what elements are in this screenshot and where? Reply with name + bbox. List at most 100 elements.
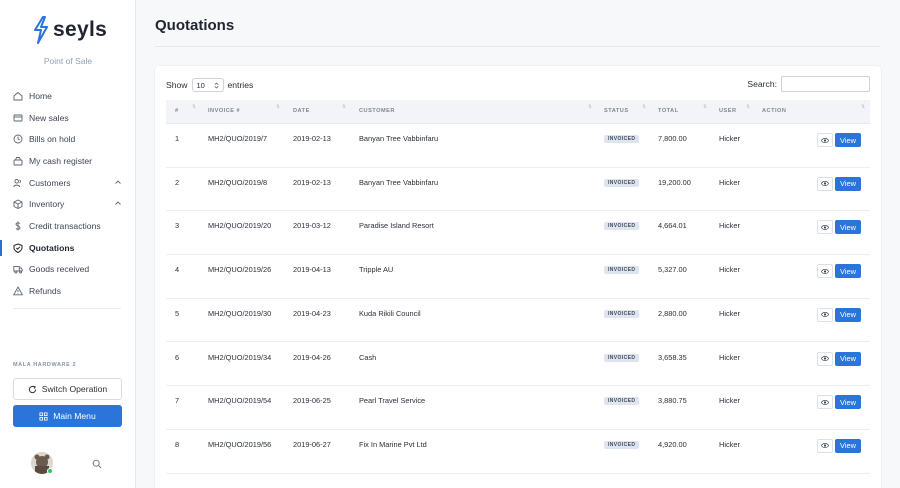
- eye-icon: [821, 399, 829, 405]
- column-header-customer[interactable]: CUSTOMER: [359, 108, 395, 114]
- eye-icon: [821, 181, 829, 187]
- cell-date: 2019-03-12: [293, 221, 331, 231]
- column-header-date[interactable]: DATE: [293, 108, 310, 114]
- view-button[interactable]: View: [835, 176, 861, 191]
- preview-button[interactable]: [817, 176, 833, 191]
- switch-operation-button[interactable]: Switch Operation: [13, 378, 122, 400]
- table-row: 5 MH2/QUO/2019/30 2019-04-23 Kuda Rikili Co…: [166, 299, 870, 343]
- sidebar-item-my-cash-register[interactable]: My cash register: [0, 150, 136, 172]
- sort-icon[interactable]: ⇅: [342, 104, 346, 110]
- preview-button[interactable]: [817, 264, 833, 279]
- sidebar-item-label: Customers: [29, 177, 71, 188]
- eye-icon: [821, 137, 829, 143]
- column-header-invoice[interactable]: INVOICE #: [208, 108, 240, 114]
- sidebar-item-bills-on-hold[interactable]: Bills on hold: [0, 128, 136, 150]
- sidebar-item-label: Refunds: [29, 286, 62, 297]
- sidebar-item-customers[interactable]: Customers: [0, 172, 136, 194]
- table-row: 4 MH2/QUO/2019/26 2019-04-13 Tripple AU INVO…: [166, 255, 870, 299]
- cell-customer: Fix In Marine Pvt Ltd: [359, 439, 427, 449]
- brand-subtitle: Point of Sale: [43, 56, 93, 66]
- clock-icon: [13, 134, 23, 144]
- sort-icon[interactable]: ⇅: [703, 104, 707, 110]
- chevron-up-icon[interactable]: [114, 178, 122, 186]
- sort-icon[interactable]: ⇅: [588, 104, 592, 110]
- column-header-action[interactable]: ACTION: [762, 108, 786, 114]
- status-badge: INVOICED: [604, 309, 640, 318]
- cell-invoice: MH2/QUO/2019/56: [208, 439, 272, 449]
- sort-icon[interactable]: ⇅: [276, 104, 280, 110]
- cell-user: Hicker: [719, 134, 740, 143]
- cell-user: Hicker: [719, 221, 740, 231]
- column-header-number[interactable]: #: [175, 108, 179, 114]
- sidebar-item-new-sales[interactable]: New sales: [0, 107, 136, 129]
- sidebar-item-label: Home: [29, 90, 52, 101]
- preview-button[interactable]: [817, 438, 833, 453]
- cell-invoice: MH2/QUO/2019/34: [208, 352, 272, 362]
- view-button[interactable]: View: [835, 438, 861, 453]
- table-search: Search:: [747, 76, 870, 92]
- view-button[interactable]: View: [835, 264, 861, 279]
- view-button[interactable]: View: [835, 307, 861, 322]
- cell-customer: Kuda Rikili Council: [359, 308, 421, 318]
- cell-total: 3,658.35: [658, 352, 687, 362]
- view-button[interactable]: View: [835, 133, 861, 147]
- brand-logo[interactable]: seyls: [32, 16, 107, 44]
- search-icon[interactable]: [92, 459, 102, 469]
- view-button[interactable]: View: [835, 395, 861, 410]
- preview-button[interactable]: [817, 220, 833, 235]
- sidebar-item-label: New sales: [29, 112, 69, 123]
- cell-user: Hicker: [719, 396, 740, 406]
- grid-icon: [39, 411, 48, 421]
- sort-icon[interactable]: ⇅: [861, 104, 865, 110]
- sidebar-item-goods-received[interactable]: Goods received: [0, 259, 136, 281]
- sidebar-item-inventory[interactable]: Inventory: [0, 193, 136, 215]
- cell-date: 2019-04-23: [293, 308, 331, 318]
- eye-icon: [821, 312, 829, 318]
- preview-button[interactable]: [817, 307, 833, 322]
- view-button[interactable]: View: [835, 351, 861, 366]
- cell-total: 19,200.00: [658, 177, 691, 187]
- eye-icon: [821, 224, 829, 230]
- cell-num: 6: [175, 352, 180, 362]
- sort-icon[interactable]: ⇅: [192, 104, 196, 110]
- column-header-status[interactable]: STATUS: [604, 108, 629, 114]
- cell-user: Hicker: [719, 265, 740, 275]
- entries-select[interactable]: 10: [191, 78, 224, 92]
- table-row: 3 MH2/QUO/2019/20 2019-03-12 Paradise Islan…: [166, 211, 870, 256]
- cell-num: 8: [175, 439, 180, 449]
- cell-invoice: MH2/QUO/2019/7: [208, 134, 268, 143]
- preview-button[interactable]: [817, 351, 833, 366]
- chevron-up-icon[interactable]: [114, 199, 122, 207]
- sidebar-item-refunds[interactable]: Refunds: [0, 280, 136, 302]
- cell-customer: Banyan Tree Vabbinfaru: [359, 177, 439, 187]
- preview-button[interactable]: [817, 133, 833, 147]
- view-button[interactable]: View: [835, 220, 861, 235]
- home-icon: [13, 91, 23, 101]
- preview-button[interactable]: [817, 395, 833, 410]
- brand-name: seyls: [53, 18, 108, 41]
- status-badge: INVOICED: [604, 440, 640, 449]
- status-badge: INVOICED: [604, 266, 640, 275]
- card-icon: [13, 113, 23, 123]
- table-header: # ⇅ INVOICE # ⇅ DATE ⇅ CUSTOMER ⇅ STATUS ⇅ TOTAL ⇅ U…: [166, 100, 870, 124]
- cell-num: 4: [175, 265, 180, 275]
- main-menu-button[interactable]: Main Menu: [13, 405, 122, 427]
- column-header-user[interactable]: USER: [719, 108, 737, 114]
- cell-total: 7,800.00: [658, 134, 687, 143]
- search-input[interactable]: [781, 76, 870, 92]
- bolt-logo-icon: [34, 16, 48, 44]
- column-header-total[interactable]: TOTAL: [658, 108, 679, 114]
- sidebar-item-credit-transactions[interactable]: Credit transactions: [0, 215, 136, 237]
- sidebar-item-quotations[interactable]: Quotations: [0, 237, 136, 259]
- table-row: 6 MH2/QUO/2019/34 2019-04-26 Cash INVOICED 3,…: [166, 343, 870, 387]
- sidebar-item-home[interactable]: Home: [0, 85, 136, 107]
- table-row: 8 MH2/QUO/2019/56 2019-06-27 Fix In Marine …: [166, 430, 870, 474]
- sort-icon[interactable]: ⇅: [642, 104, 646, 110]
- status-badge: INVOICED: [604, 353, 640, 362]
- sort-icon[interactable]: ⇅: [746, 104, 750, 110]
- status-badge: INVOICED: [604, 135, 640, 143]
- online-status-dot: [47, 468, 53, 474]
- sidebar-nav: Home New sales Bills on hold My cash regist…: [0, 85, 136, 302]
- store-label: MALA HARDWARE 2: [13, 362, 77, 368]
- cell-user: Hicker: [719, 177, 740, 187]
